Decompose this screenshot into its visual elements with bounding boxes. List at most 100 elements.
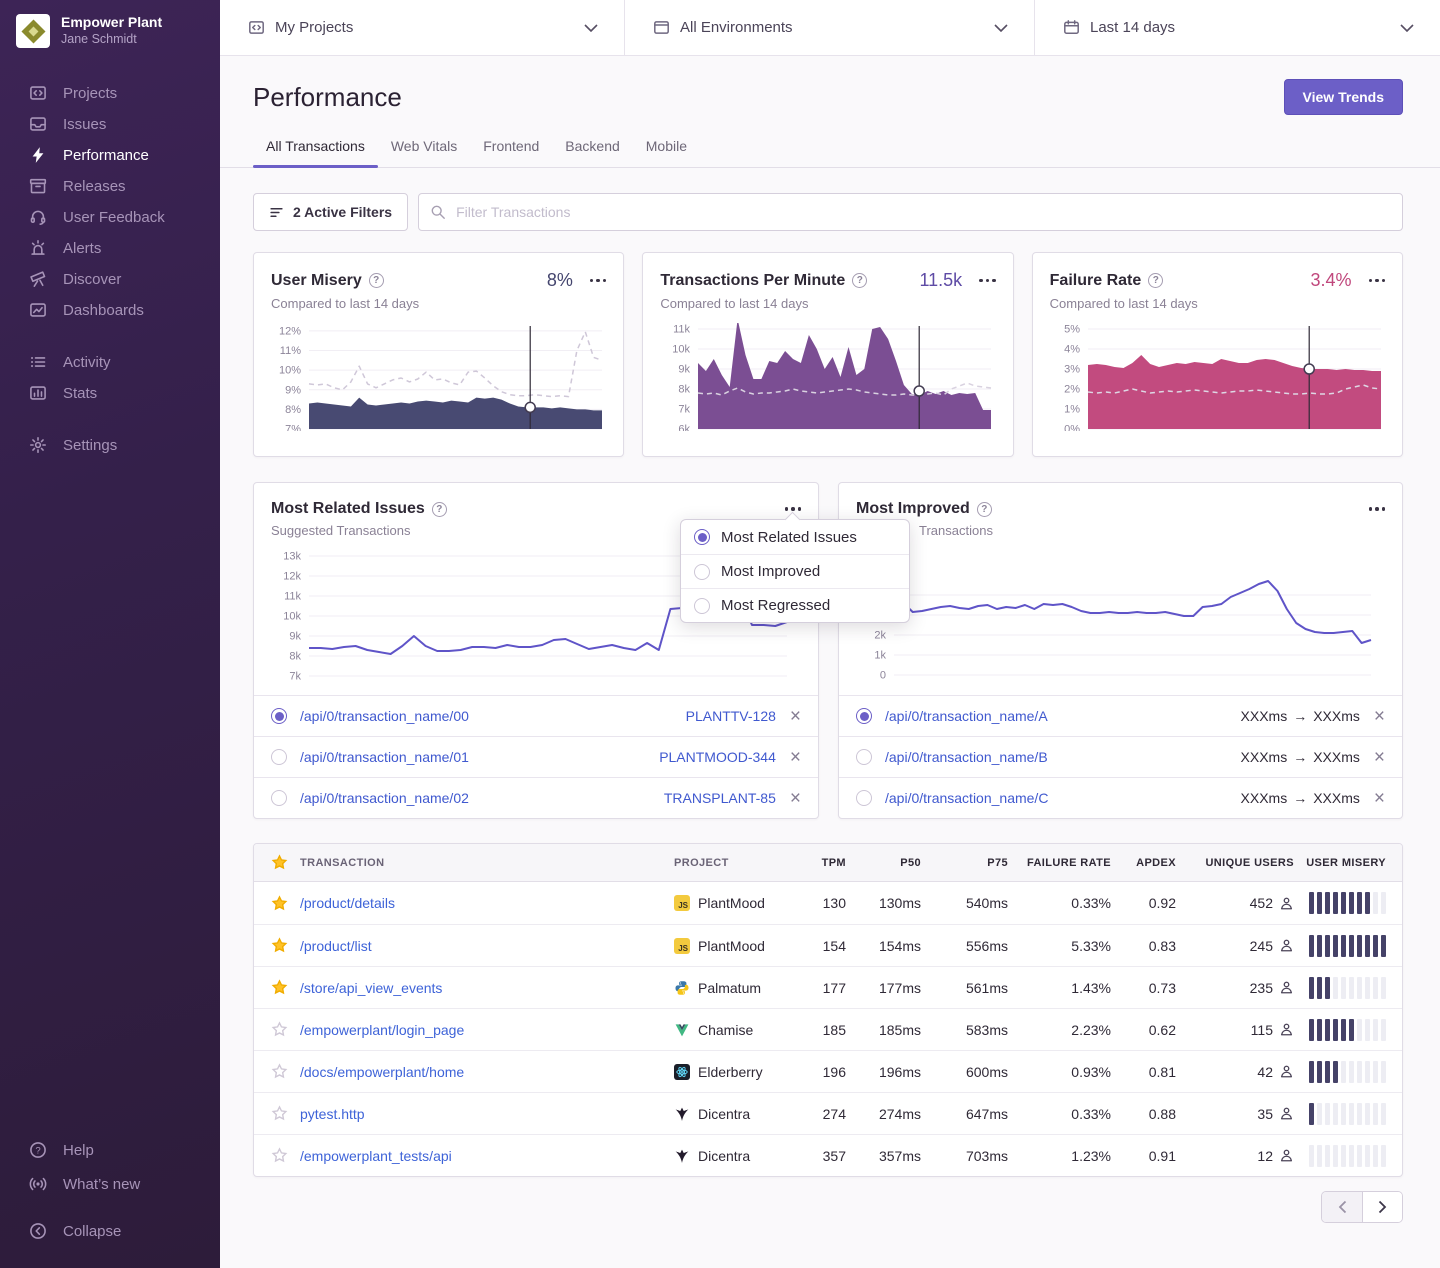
org-switcher[interactable]: Empower Plant Jane Schmidt — [0, 14, 220, 48]
tab-mobile[interactable]: Mobile — [633, 128, 700, 167]
issue-link[interactable]: PLANTTV-128 — [686, 708, 776, 724]
transaction-link[interactable]: /product/list — [300, 938, 674, 954]
transaction-link[interactable]: /api/0/transaction_name/01 — [300, 749, 469, 765]
most-improved-card: Most Improved ? Transactions 4k3k2k1k0 /… — [838, 482, 1403, 819]
col-project[interactable]: Project — [674, 857, 786, 869]
sidebar-item-user-feedback[interactable]: User Feedback — [0, 204, 220, 230]
sidebar-item-label: Settings — [63, 437, 117, 454]
sidebar-item-dashboards[interactable]: Dashboards — [0, 297, 220, 323]
dropdown-option-most-improved[interactable]: Most Improved — [681, 554, 909, 588]
date-range-value: Last 14 days — [1090, 19, 1175, 36]
user-icon — [1279, 1022, 1294, 1037]
project-selector[interactable]: My Projects — [220, 0, 625, 55]
radio-button[interactable] — [856, 790, 872, 806]
help-icon[interactable]: ? — [977, 502, 992, 517]
sidebar-item-alerts[interactable]: Alerts — [0, 235, 220, 261]
transaction-link[interactable]: /product/details — [300, 895, 674, 911]
col-tpm[interactable]: TPM — [786, 857, 846, 869]
transaction-link[interactable]: /api/0/transaction_name/B — [885, 749, 1048, 765]
transaction-link[interactable]: /api/0/transaction_name/02 — [300, 790, 469, 806]
sidebar-item-settings[interactable]: Settings — [0, 432, 220, 458]
context-menu-button[interactable] — [1366, 275, 1386, 287]
tab-backend[interactable]: Backend — [552, 128, 632, 167]
transaction-link[interactable]: /api/0/transaction_name/00 — [300, 708, 469, 724]
radio-button[interactable] — [271, 749, 287, 765]
close-icon[interactable]: × — [790, 789, 801, 808]
col-p75[interactable]: P75 — [921, 857, 1008, 869]
tab-web-vitals[interactable]: Web Vitals — [378, 128, 470, 167]
col-unique-users[interactable]: Unique Users — [1176, 857, 1294, 869]
next-page-button[interactable] — [1362, 1192, 1402, 1222]
tab-all-transactions[interactable]: All Transactions — [253, 128, 378, 167]
sidebar-item-stats[interactable]: Stats — [0, 380, 220, 406]
sidebar-item-discover[interactable]: Discover — [0, 266, 220, 292]
transaction-link[interactable]: /docs/empowerplant/home — [300, 1064, 674, 1080]
col-failure-rate[interactable]: Failure Rate — [1008, 857, 1111, 869]
performance-lightning-icon — [29, 146, 47, 164]
favorite-star[interactable] — [271, 1147, 288, 1164]
transaction-link[interactable]: /api/0/transaction_name/A — [885, 708, 1048, 724]
sidebar-item-activity[interactable]: Activity — [0, 349, 220, 375]
environment-selector[interactable]: All Environments — [625, 0, 1035, 55]
star-column-icon[interactable] — [271, 854, 288, 871]
close-icon[interactable]: × — [1374, 748, 1385, 767]
favorite-star[interactable] — [271, 979, 288, 996]
sidebar-item-issues[interactable]: Issues — [0, 111, 220, 137]
help-icon[interactable]: ? — [852, 273, 867, 288]
card-menu-button[interactable] — [1366, 503, 1386, 515]
active-filters-button[interactable]: 2 Active Filters — [253, 193, 408, 231]
sidebar-item-projects[interactable]: Projects — [0, 80, 220, 106]
sidebar-item-releases[interactable]: Releases — [0, 173, 220, 199]
favorite-star[interactable] — [271, 1105, 288, 1122]
help-icon[interactable]: ? — [432, 502, 447, 517]
close-icon[interactable]: × — [790, 707, 801, 726]
issue-link[interactable]: PLANTMOOD-344 — [659, 749, 776, 765]
col-transaction[interactable]: Transaction — [300, 857, 674, 869]
col-apdex[interactable]: Apdex — [1111, 857, 1176, 869]
sidebar-item-help[interactable]: ? Help — [0, 1137, 220, 1163]
card-title: Transactions Per Minute — [660, 272, 845, 290]
search-input[interactable] — [418, 193, 1403, 231]
radio-button[interactable] — [271, 790, 287, 806]
close-icon[interactable]: × — [1374, 789, 1385, 808]
previous-page-button[interactable] — [1322, 1192, 1362, 1222]
user-icon — [1279, 938, 1294, 953]
context-menu-button[interactable] — [976, 275, 996, 287]
close-icon[interactable]: × — [1374, 707, 1385, 726]
transaction-link[interactable]: /empowerplant/login_page — [300, 1022, 674, 1038]
unique-users-cell: 452 — [1176, 895, 1294, 911]
dropdown-option-most-related-issues[interactable]: Most Related Issues — [681, 520, 909, 554]
radio-button[interactable] — [271, 708, 287, 724]
p75-value: 703ms — [921, 1148, 1008, 1164]
transaction-link[interactable]: pytest.http — [300, 1106, 674, 1122]
bird-icon — [674, 1148, 690, 1164]
issue-link[interactable]: TRANSPLANT-85 — [664, 790, 776, 806]
date-range-selector[interactable]: Last 14 days — [1035, 0, 1440, 55]
transaction-link[interactable]: /store/api_view_events — [300, 980, 674, 996]
transaction-link[interactable]: /api/0/transaction_name/C — [885, 790, 1048, 806]
favorite-star[interactable] — [271, 1063, 288, 1080]
sidebar-collapse-button[interactable]: Collapse — [0, 1218, 220, 1244]
favorite-star[interactable] — [271, 1021, 288, 1038]
col-user-misery[interactable]: User Misery — [1294, 857, 1402, 869]
sidebar-item-whats-new[interactable]: What’s new — [0, 1171, 220, 1197]
view-trends-button[interactable]: View Trends — [1284, 79, 1403, 115]
user-misery-card: User Misery ? 8% Compared to last 14 day… — [253, 252, 624, 457]
radio-button[interactable] — [856, 749, 872, 765]
calendar-icon — [1063, 19, 1080, 36]
favorite-star[interactable] — [271, 937, 288, 954]
improved-transaction-row: /api/0/transaction_name/C XXXms→XXXms× — [839, 777, 1402, 818]
col-p50[interactable]: P50 — [846, 857, 921, 869]
help-icon[interactable]: ? — [369, 273, 384, 288]
help-icon[interactable]: ? — [1148, 273, 1163, 288]
sidebar-item-label: Releases — [63, 178, 126, 195]
transaction-link[interactable]: /empowerplant_tests/api — [300, 1148, 674, 1164]
tab-frontend[interactable]: Frontend — [470, 128, 552, 167]
context-menu-button[interactable] — [587, 275, 607, 287]
dropdown-option-most-regressed[interactable]: Most Regressed — [681, 588, 909, 622]
radio-button[interactable] — [856, 708, 872, 724]
close-icon[interactable]: × — [790, 748, 801, 767]
favorite-star[interactable] — [271, 895, 288, 912]
sidebar-item-performance[interactable]: Performance — [0, 142, 220, 168]
failure-rate-value: 3.4% — [1310, 270, 1351, 291]
